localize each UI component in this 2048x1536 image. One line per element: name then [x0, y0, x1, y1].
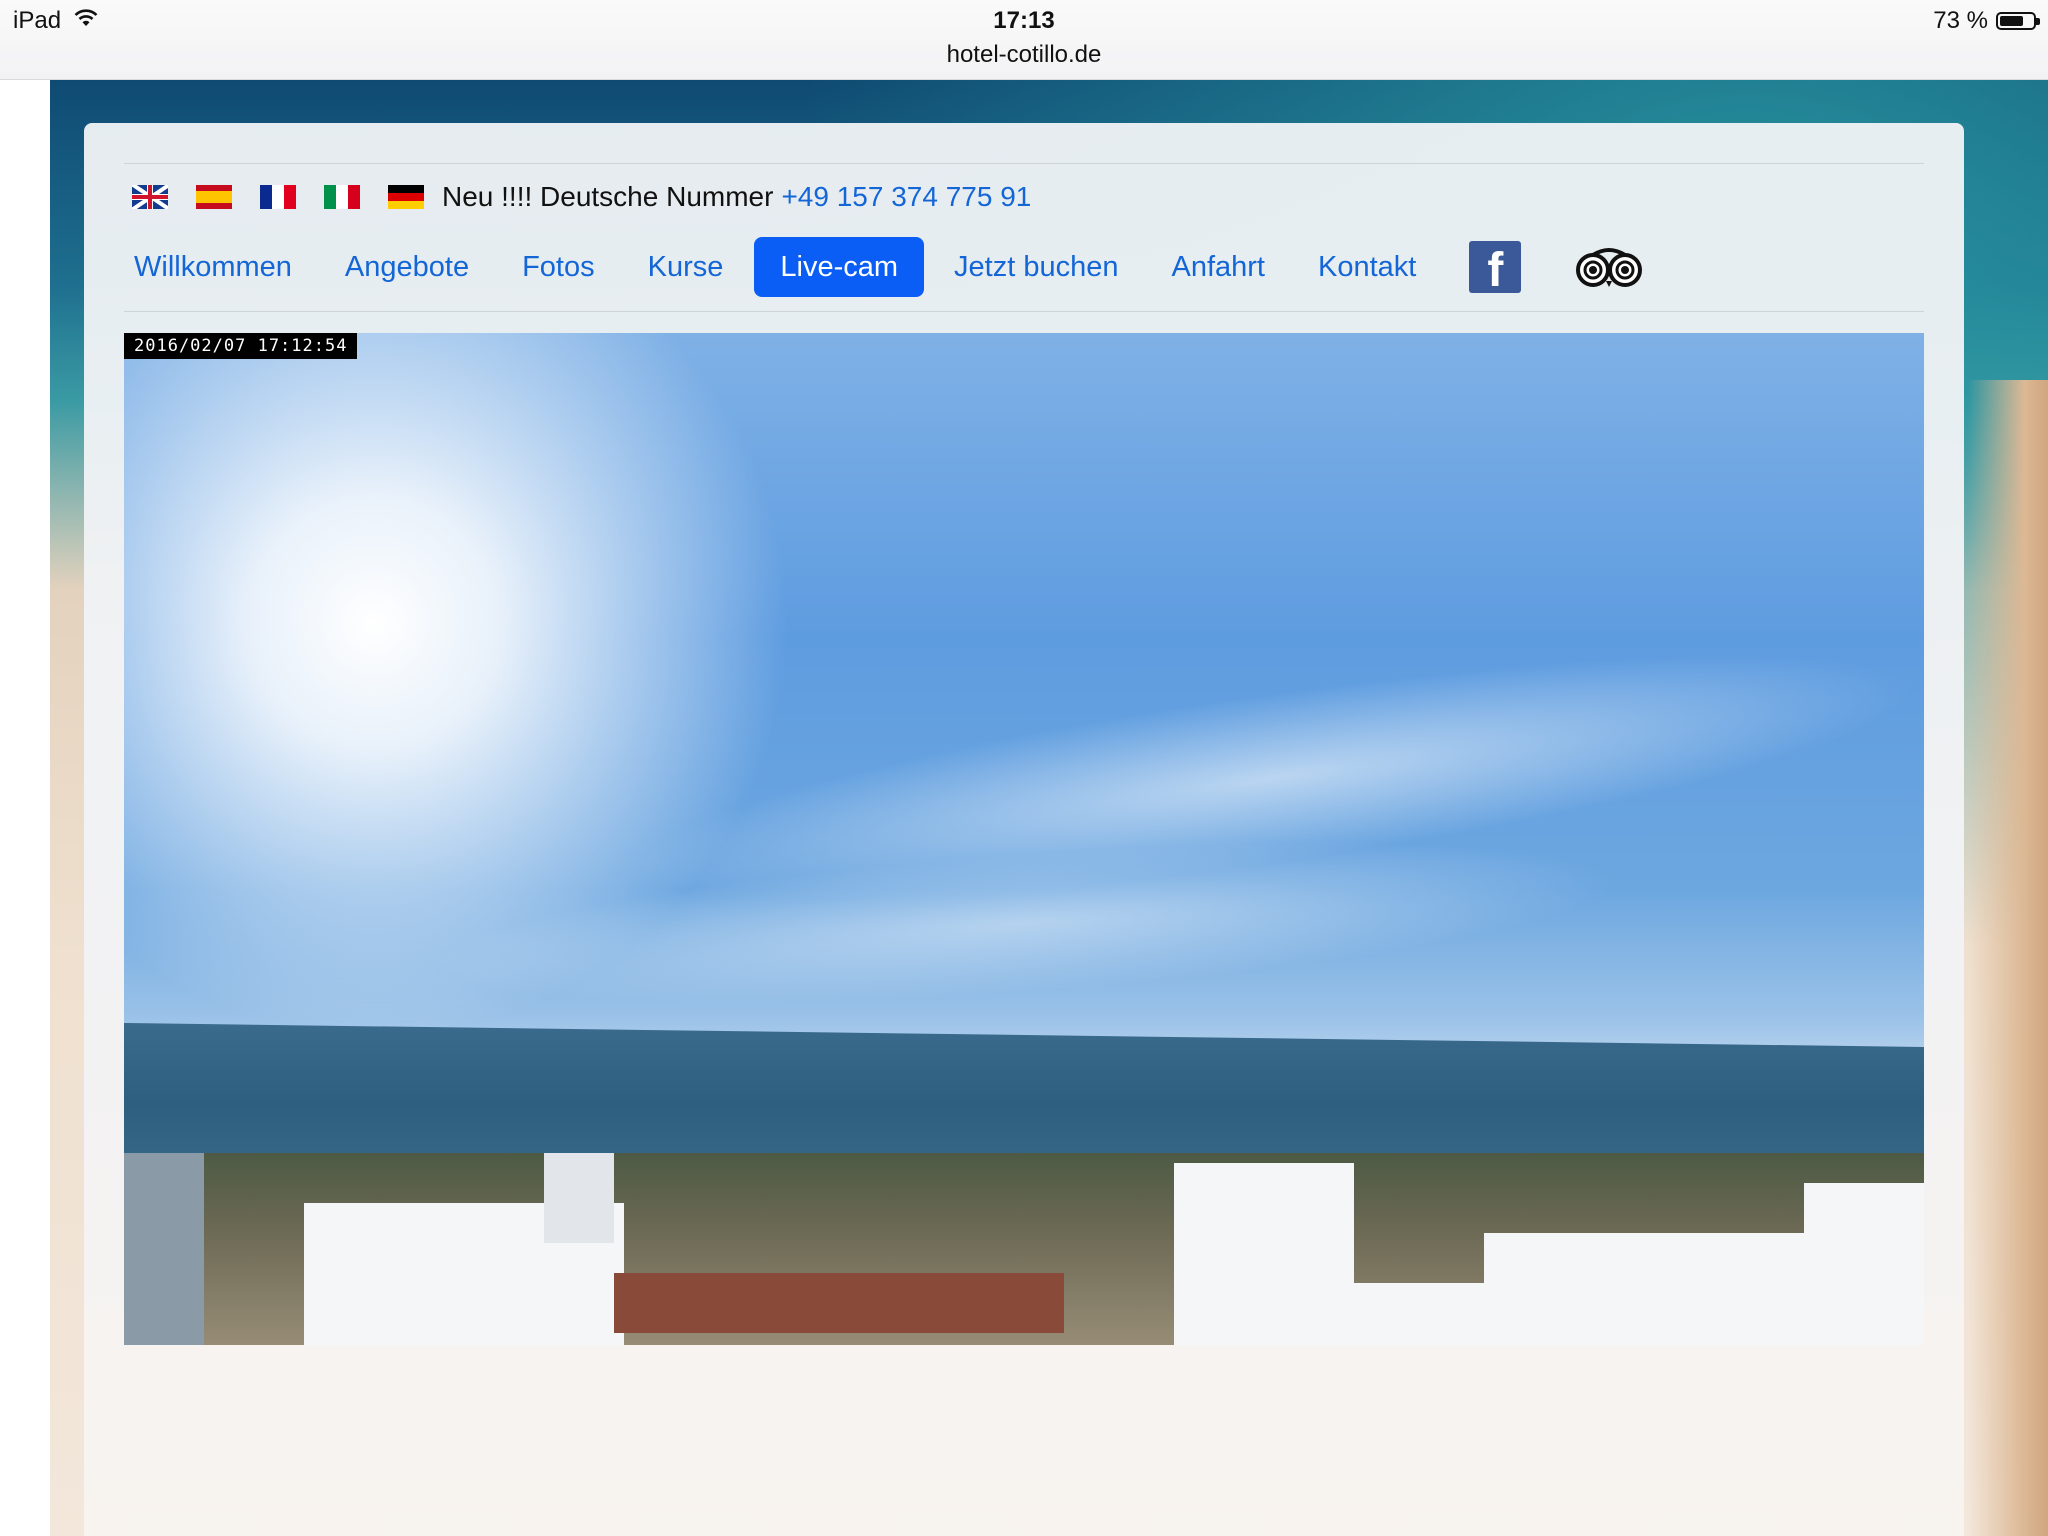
tripadvisor-icon[interactable] — [1573, 241, 1645, 293]
nav-divider — [124, 311, 1924, 312]
address-bar-url[interactable]: hotel-cotillo.de — [0, 41, 2048, 69]
webcam-timestamp: 2016/02/07 17:12:54 — [124, 333, 358, 359]
nav-anfahrt[interactable]: Anfahrt — [1145, 237, 1291, 297]
nav-jetzt-buchen[interactable]: Jetzt buchen — [928, 237, 1144, 297]
flag-de-icon[interactable] — [388, 185, 424, 209]
battery-percent: 73 % — [1933, 7, 1988, 34]
top-divider — [124, 163, 1924, 164]
flag-fr-icon[interactable] — [260, 185, 296, 209]
flag-uk-icon[interactable] — [132, 185, 168, 209]
nav-live-cam[interactable]: Live-cam — [754, 237, 925, 297]
battery-icon — [1996, 12, 2040, 30]
status-bar-right: 73 % — [1933, 7, 2040, 35]
nav-kurse[interactable]: Kurse — [622, 237, 750, 297]
language-bar: Neu !!!! Deutsche Nummer +49 157 374 775… — [132, 179, 1031, 215]
notice-text: Neu !!!! Deutsche Nummer — [442, 181, 774, 212]
flag-it-icon[interactable] — [324, 185, 360, 209]
status-time: 17:13 — [993, 7, 1055, 34]
nav-willkommen[interactable]: Willkommen — [108, 237, 318, 297]
status-bar: iPad 17:13 hotel-cotillo.de 73 % — [0, 0, 2048, 80]
nav-kontakt[interactable]: Kontakt — [1292, 237, 1442, 297]
main-nav: Willkommen Angebote Fotos Kurse Live-cam… — [108, 237, 1645, 297]
content-panel: Neu !!!! Deutsche Nummer +49 157 374 775… — [84, 123, 1964, 1536]
background-sand — [1968, 380, 2048, 1536]
facebook-icon[interactable]: f — [1469, 241, 1522, 297]
battery-fill — [2000, 16, 2023, 26]
left-margin — [0, 80, 50, 1536]
phone-link[interactable]: +49 157 374 775 91 — [781, 181, 1031, 213]
flag-es-icon[interactable] — [196, 185, 232, 209]
nav-angebote[interactable]: Angebote — [319, 237, 495, 297]
nav-fotos[interactable]: Fotos — [496, 237, 621, 297]
live-cam-image: 2016/02/07 17:12:54 — [124, 333, 1924, 1345]
